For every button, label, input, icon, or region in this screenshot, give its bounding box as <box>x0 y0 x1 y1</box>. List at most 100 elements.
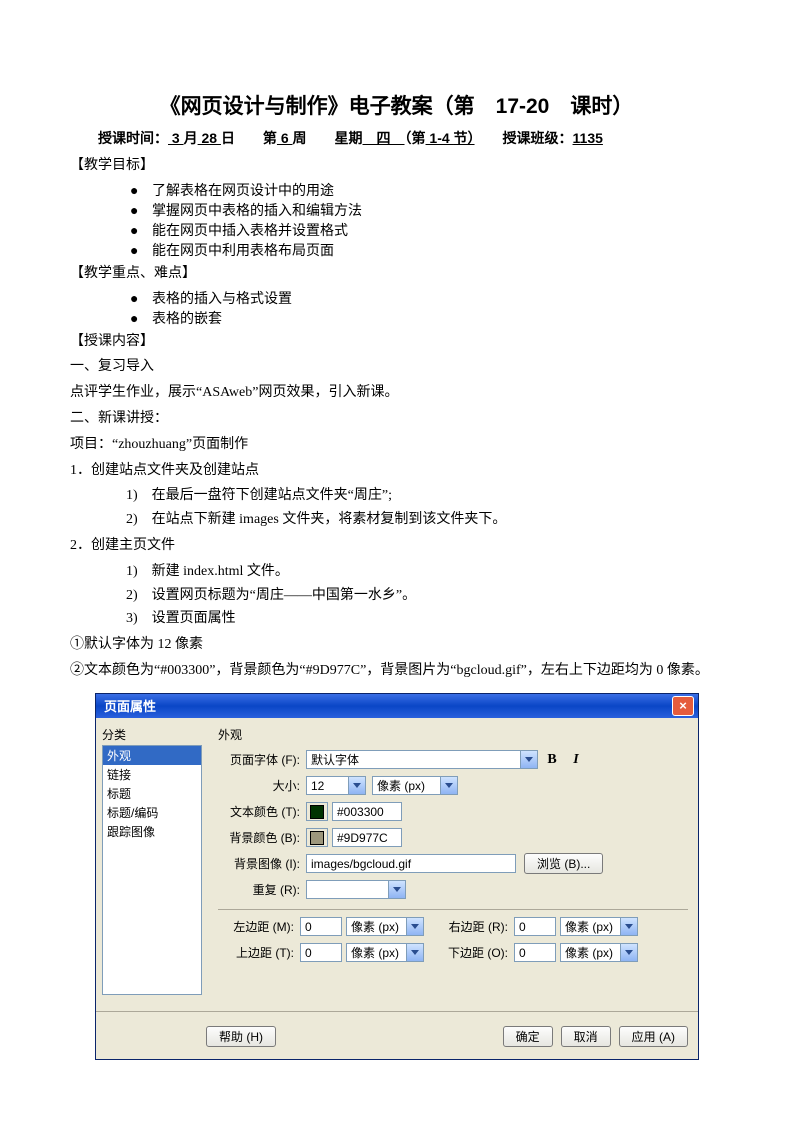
font-select[interactable]: 默认字体 <box>306 750 538 769</box>
apply-label: 应用 (A) <box>632 1028 675 1045</box>
meta-text: （第 <box>405 130 426 146</box>
browse-button[interactable]: 浏览 (B)... <box>524 853 603 874</box>
meta-text: 授课班级： <box>475 130 573 146</box>
mb-unit[interactable]: 像素 (px) <box>560 943 638 962</box>
chevron-down-icon <box>620 944 637 961</box>
meta-dow: 四 <box>363 130 405 146</box>
category-column: 分类 外观 链接 标题 标题/编码 跟踪图像 <box>96 718 208 1003</box>
label-ml: 左边距 (M): <box>218 918 300 935</box>
bgimg-field[interactable]: images/bgcloud.gif <box>306 854 516 873</box>
step2-3: 3) 设置页面属性 <box>126 607 723 631</box>
meta-text: 授课时间： <box>98 130 168 146</box>
step1-2: 2) 在站点下新建 images 文件夹，将素材复制到该文件夹下。 <box>126 508 723 532</box>
appearance-panel: 外观 页面字体 (F): 默认字体 B I 大小: 12 <box>208 718 698 1003</box>
goal-item: 能在网页中插入表格并设置格式 <box>130 220 723 240</box>
label-textcolor: 文本颜色 (T): <box>218 803 306 820</box>
unit-label: 像素 (px) <box>347 944 406 961</box>
chevron-down-icon <box>520 751 537 768</box>
category-label: 分类 <box>102 726 202 743</box>
chevron-down-icon <box>620 918 637 935</box>
step2-sub: 1) 新建 index.html 文件。 2) 设置网页标题为“周庄——中国第一… <box>98 560 723 631</box>
unit-label: 像素 (px) <box>347 918 406 935</box>
category-item-links[interactable]: 链接 <box>103 765 201 784</box>
document-page: 《网页设计与制作》电子教案（第 17-20 课时） 授课时间： 3 月 28 日… <box>0 0 793 1120</box>
chevron-down-icon <box>406 944 423 961</box>
bgcolor-field[interactable]: #9D977C <box>332 828 402 847</box>
italic-icon[interactable]: I <box>566 750 586 769</box>
mt-unit[interactable]: 像素 (px) <box>346 943 424 962</box>
close-icon[interactable]: × <box>672 696 694 716</box>
goals-list: 了解表格在网页设计中的用途 掌握网页中表格的插入和编辑方法 能在网页中插入表格并… <box>130 180 723 260</box>
meta-class: 1135 <box>573 130 603 146</box>
dialog-buttons: 帮助 (H) 确定 取消 应用 (A) <box>96 1011 698 1059</box>
chevron-down-icon <box>406 918 423 935</box>
category-item-headings[interactable]: 标题 <box>103 784 201 803</box>
label-repeat: 重复 (R): <box>218 881 306 898</box>
apply-button[interactable]: 应用 (A) <box>619 1026 688 1047</box>
cancel-label: 取消 <box>574 1028 598 1045</box>
help-label: 帮助 (H) <box>219 1028 263 1045</box>
mt-value: 0 <box>305 946 312 960</box>
size-unit-select[interactable]: 像素 (px) <box>372 776 458 795</box>
help-button[interactable]: 帮助 (H) <box>206 1026 276 1047</box>
bgcolor-swatch[interactable] <box>306 828 328 847</box>
meta-text: 月 <box>184 130 198 146</box>
section-focus-h: 【教学重点、难点】 <box>70 262 723 286</box>
ml-value: 0 <box>305 920 312 934</box>
category-item-appearance[interactable]: 外观 <box>103 746 201 765</box>
goal-item: 了解表格在网页设计中的用途 <box>130 180 723 200</box>
meta-week: 6 <box>277 130 293 146</box>
page-properties-dialog: 页面属性 × 分类 外观 链接 标题 标题/编码 跟踪图像 外观 页面字体 (F… <box>95 693 699 1060</box>
step2-2: 2) 设置网页标题为“周庄——中国第一水乡”。 <box>126 584 723 608</box>
focus-item: 表格的嵌套 <box>130 308 723 328</box>
mt-field[interactable]: 0 <box>300 943 342 962</box>
chevron-down-icon <box>348 777 365 794</box>
margin-rows: 左边距 (M): 0 像素 (px) 右边距 (R): 0 像素 (px) <box>218 916 688 964</box>
ml-field[interactable]: 0 <box>300 917 342 936</box>
category-item-title-encoding[interactable]: 标题/编码 <box>103 803 201 822</box>
ok-button[interactable]: 确定 <box>503 1026 553 1047</box>
mr-unit[interactable]: 像素 (px) <box>560 917 638 936</box>
label-font: 页面字体 (F): <box>218 751 306 768</box>
row-font: 页面字体 (F): 默认字体 B I <box>218 749 688 771</box>
para-b: ②文本颜色为“#003300”，背景颜色为“#9D977C”，背景图片为“bgc… <box>70 659 723 683</box>
row-bgcolor: 背景颜色 (B): #9D977C <box>218 827 688 849</box>
category-list[interactable]: 外观 链接 标题 标题/编码 跟踪图像 <box>102 745 202 995</box>
unit-label: 像素 (px) <box>561 918 620 935</box>
step2-1: 1) 新建 index.html 文件。 <box>126 560 723 584</box>
textcolor-field[interactable]: #003300 <box>332 802 402 821</box>
swatch-chip <box>310 805 324 819</box>
chevron-down-icon <box>440 777 457 794</box>
textcolor-swatch[interactable] <box>306 802 328 821</box>
p1-heading: 一、复习导入 <box>70 355 723 379</box>
p1-text: 点评学生作业，展示“ASAweb”网页效果，引入新课。 <box>70 381 723 405</box>
mr-value: 0 <box>519 920 526 934</box>
row-bgimg: 背景图像 (I): images/bgcloud.gif 浏览 (B)... <box>218 853 688 875</box>
mb-field[interactable]: 0 <box>514 943 556 962</box>
goal-item: 能在网页中利用表格布局页面 <box>130 240 723 260</box>
font-value: 默认字体 <box>307 751 520 768</box>
unit-label: 像素 (px) <box>561 944 620 961</box>
size-select[interactable]: 12 <box>306 776 366 795</box>
browse-label: 浏览 (B)... <box>537 855 590 872</box>
meta-text: 节） <box>454 130 475 146</box>
category-item-tracing[interactable]: 跟踪图像 <box>103 822 201 841</box>
step1-sub: 1) 在最后一盘符下创建站点文件夹“周庄”; 2) 在站点下新建 images … <box>98 484 723 532</box>
meta-month: 3 <box>168 130 184 146</box>
step1: 1．创建站点文件夹及创建站点 <box>70 459 723 483</box>
repeat-select[interactable] <box>306 880 406 899</box>
ml-unit[interactable]: 像素 (px) <box>346 917 424 936</box>
swatch-chip <box>310 831 324 845</box>
bold-icon[interactable]: B <box>542 750 562 769</box>
cancel-button[interactable]: 取消 <box>561 1026 611 1047</box>
dialog-title: 页面属性 <box>104 696 672 715</box>
focus-list: 表格的插入与格式设置 表格的嵌套 <box>130 288 723 328</box>
step1-1: 1) 在最后一盘符下创建站点文件夹“周庄”; <box>126 484 723 508</box>
textcolor-value: #003300 <box>337 805 384 819</box>
section-goals-h: 【教学目标】 <box>70 154 723 178</box>
dialog-titlebar[interactable]: 页面属性 × <box>96 694 698 718</box>
label-mr: 右边距 (R): <box>438 918 514 935</box>
meta-text: 日 第 <box>221 130 277 146</box>
label-bgcolor: 背景颜色 (B): <box>218 829 306 846</box>
mr-field[interactable]: 0 <box>514 917 556 936</box>
